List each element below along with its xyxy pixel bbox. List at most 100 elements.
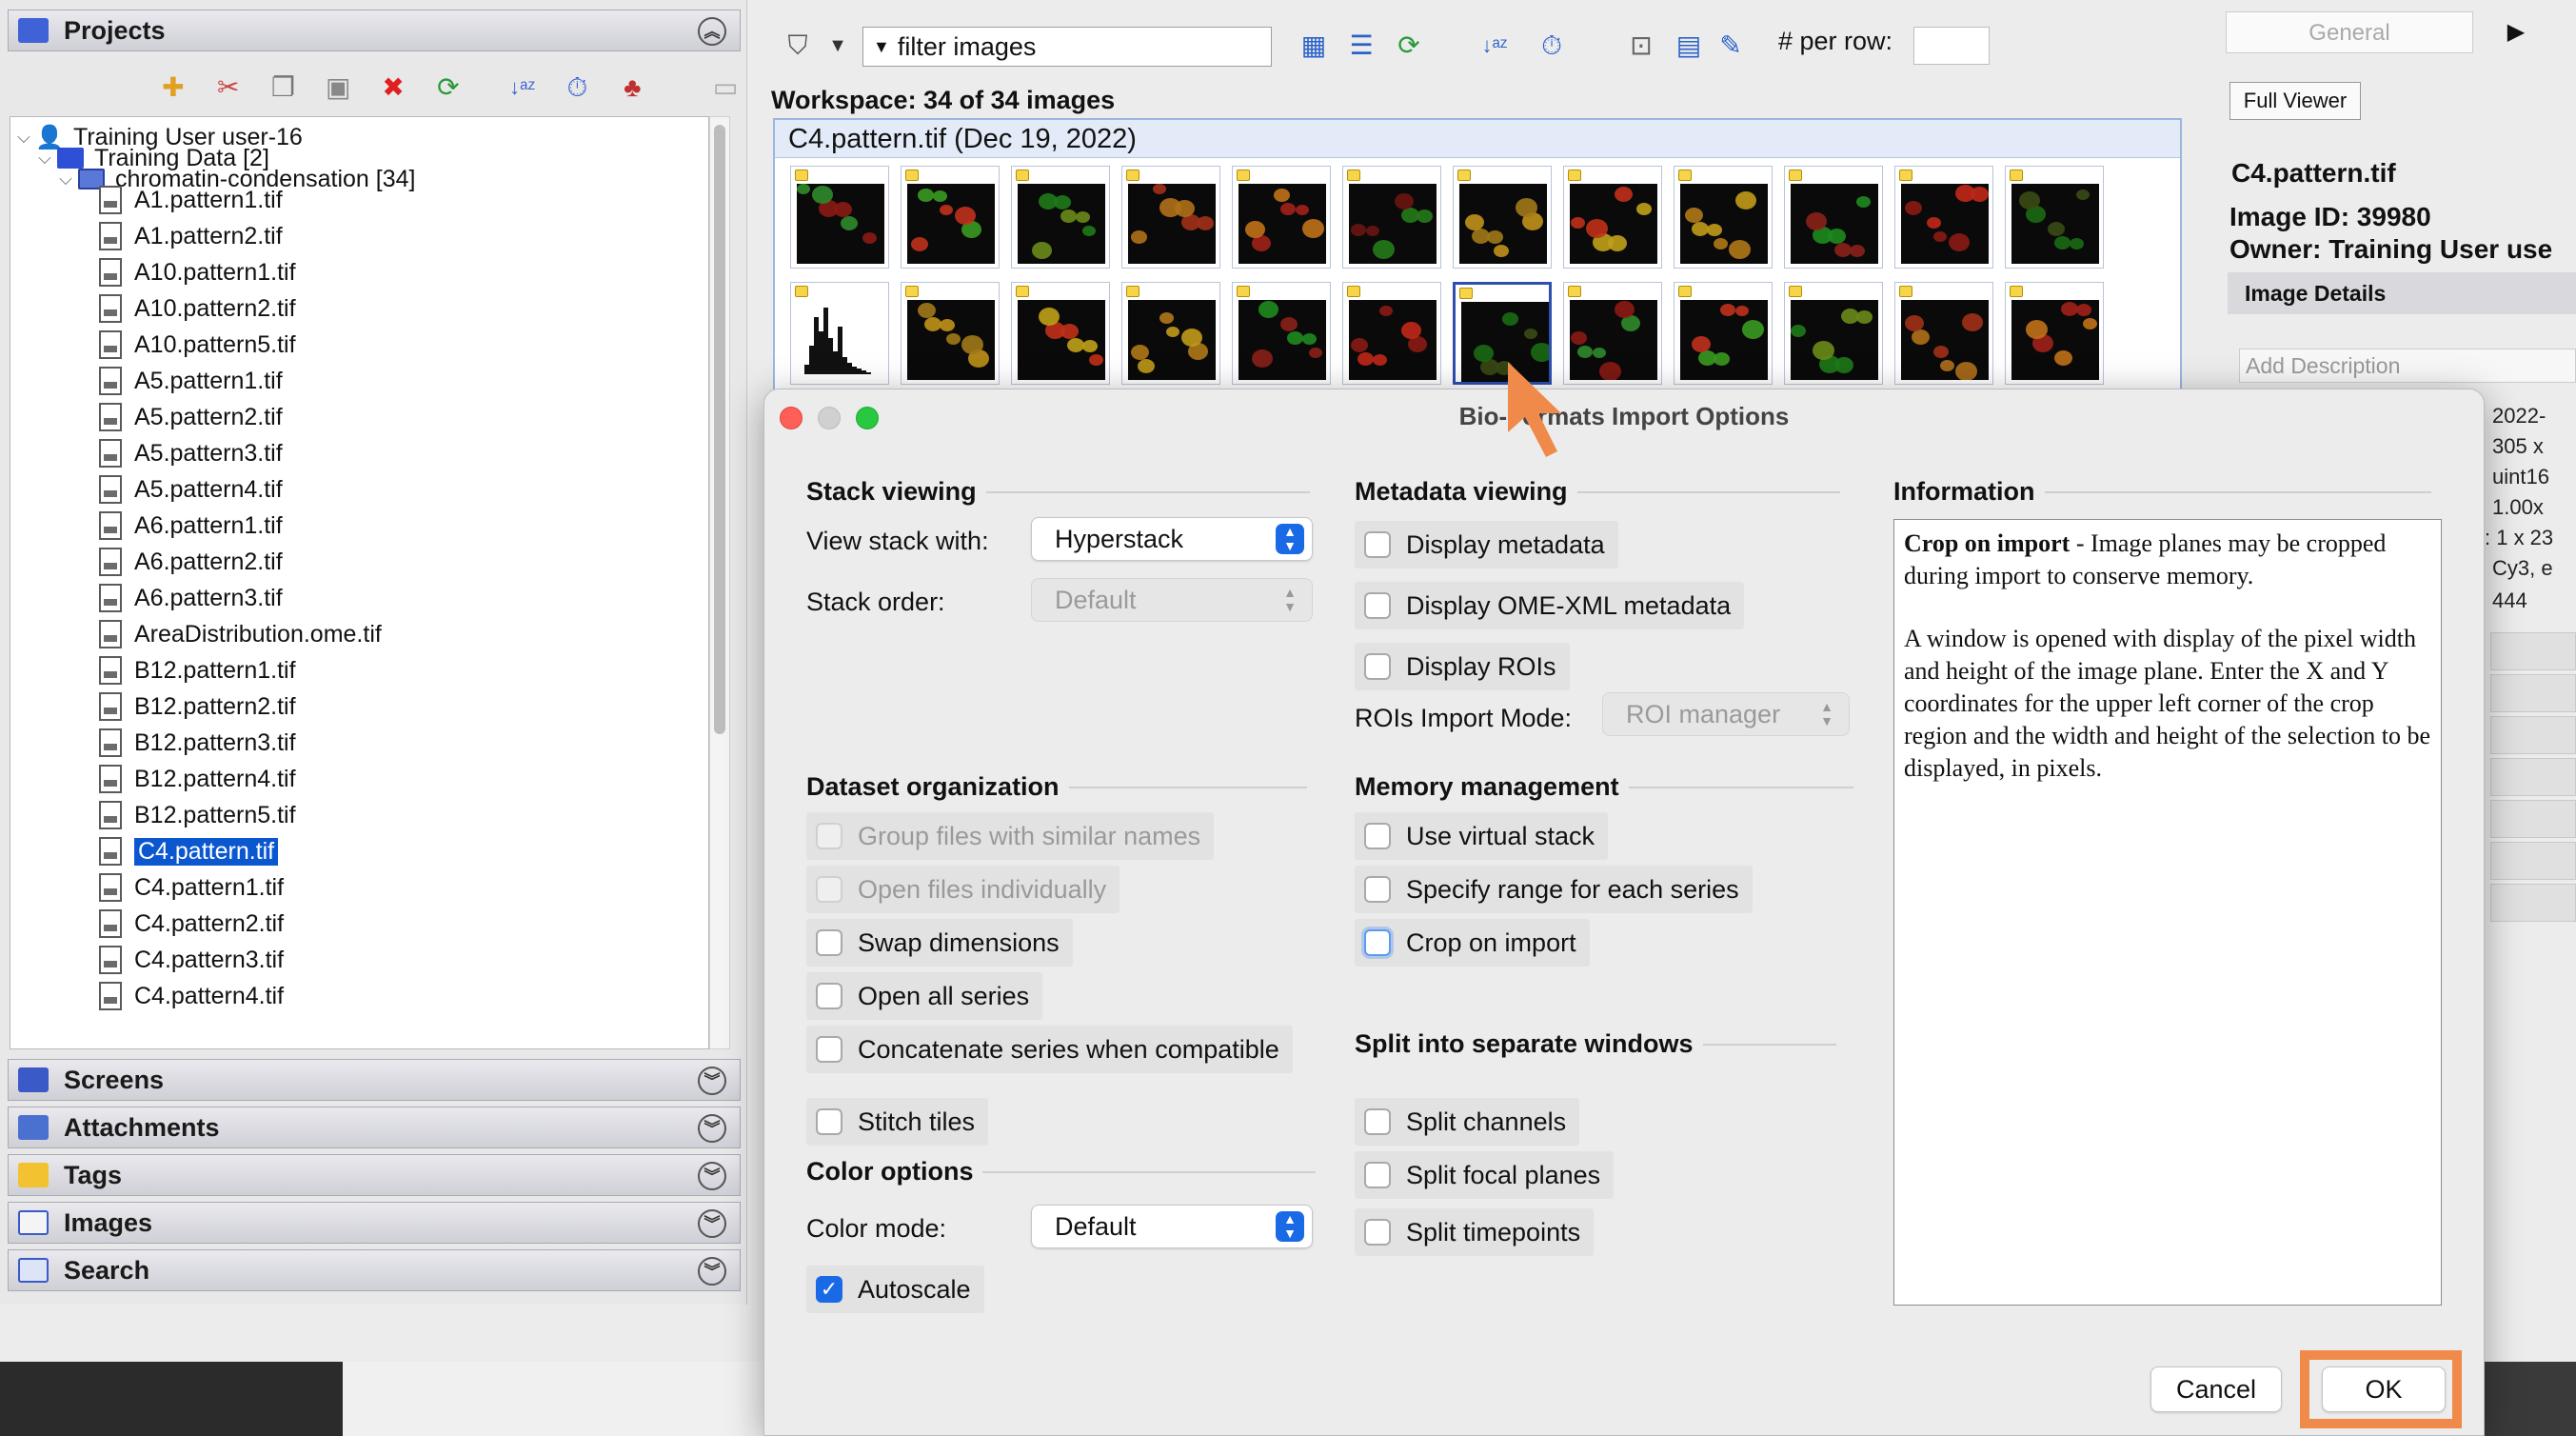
cancel-button[interactable]: Cancel <box>2150 1366 2282 1412</box>
crop-on-import-checkbox[interactable]: Crop on import <box>1355 919 1590 967</box>
meta-section-4[interactable] <box>2490 758 2576 796</box>
tree-file-row[interactable]: A5.pattern2.tif <box>96 399 283 435</box>
tree-file-row[interactable]: AreaDistribution.ome.tif <box>96 616 382 652</box>
concatenate-checkbox[interactable]: Concatenate series when compatible <box>806 1026 1293 1073</box>
play-icon[interactable]: ▶ <box>2492 11 2540 53</box>
sort-az-icon[interactable]: ↓ᵃᶻ <box>1477 29 1512 63</box>
tree-file-row[interactable]: C4.pattern4.tif <box>96 978 284 1014</box>
tree-file-row[interactable]: B12.pattern3.tif <box>96 725 296 761</box>
stack-order-select[interactable]: Default ▲ ▼ <box>1031 578 1313 622</box>
image-thumbnail[interactable] <box>2005 282 2104 385</box>
meta-section-3[interactable] <box>2490 716 2576 754</box>
image-thumbnail[interactable] <box>1121 166 1220 269</box>
image-thumbnail[interactable] <box>901 166 1000 269</box>
tree-file-row[interactable]: A5.pattern1.tif <box>96 363 283 399</box>
chevron-down-icon[interactable]: ▼ <box>821 29 855 63</box>
zoom-window-icon[interactable] <box>856 407 879 429</box>
expand-down-icon[interactable]: ︾ <box>698 1257 726 1286</box>
expand-down-icon[interactable]: ︾ <box>698 1209 726 1238</box>
image-thumbnail[interactable] <box>1674 282 1773 385</box>
meta-section-7[interactable] <box>2490 884 2576 922</box>
meta-section-5[interactable] <box>2490 800 2576 838</box>
full-viewer-button[interactable]: Full Viewer <box>2229 82 2361 120</box>
tree-file-row[interactable]: A5.pattern3.tif <box>96 435 283 471</box>
cut-icon[interactable]: ✂ <box>213 72 244 103</box>
tree-file-row[interactable]: B12.pattern1.tif <box>96 652 296 688</box>
tree-file-row[interactable]: C4.pattern.tif <box>96 833 279 869</box>
tree-file-row[interactable]: A6.pattern3.tif <box>96 580 283 616</box>
swap-dimensions-checkbox[interactable]: Swap dimensions <box>806 919 1073 967</box>
image-thumbnail[interactable] <box>1342 166 1441 269</box>
virtual-stack-checkbox[interactable]: Use virtual stack <box>1355 812 1609 860</box>
image-thumbnail[interactable] <box>790 166 889 269</box>
edit-icon[interactable]: ✎ <box>1714 29 1748 63</box>
image-thumbnail[interactable] <box>1784 166 1883 269</box>
meta-section-1[interactable] <box>2490 632 2576 670</box>
tree-file-row[interactable]: C4.pattern1.tif <box>96 869 284 906</box>
tree-file-row[interactable]: B12.pattern4.tif <box>96 761 296 797</box>
tree-file-row[interactable]: A10.pattern5.tif <box>96 327 296 363</box>
attachments-header[interactable]: Attachments ︾ <box>8 1107 741 1148</box>
filter-dropdown-icon[interactable]: ▼ <box>873 37 890 57</box>
chevron-down-icon[interactable]: ⌵ <box>54 170 77 189</box>
image-thumbnail[interactable] <box>790 282 889 385</box>
tree-file-row[interactable]: B12.pattern5.tif <box>96 797 296 833</box>
display-ome-xml-checkbox[interactable]: Display OME-XML metadata <box>1355 582 1745 629</box>
tree-scrollbar[interactable] <box>709 116 730 1049</box>
image-thumbnail[interactable] <box>1784 282 1883 385</box>
tree-file-row[interactable]: A5.pattern4.tif <box>96 471 283 508</box>
split-focal-checkbox[interactable]: Split focal planes <box>1355 1151 1615 1199</box>
image-thumbnail[interactable] <box>901 282 1000 385</box>
refresh-icon[interactable]: ⟳ <box>433 72 464 103</box>
images-header[interactable]: Images ︾ <box>8 1202 741 1244</box>
image-thumbnail[interactable] <box>1453 166 1552 269</box>
image-details-header[interactable]: Image Details <box>2228 272 2576 314</box>
image-thumbnail[interactable] <box>1342 282 1441 385</box>
description-input[interactable]: Add Description <box>2239 349 2576 383</box>
open-individually-checkbox[interactable]: Open files individually <box>806 866 1120 913</box>
group-files-checkbox[interactable]: Group files with similar names <box>806 812 1215 860</box>
tags-header[interactable]: Tags ︾ <box>8 1154 741 1196</box>
tab-general[interactable]: General <box>2226 11 2473 53</box>
rois-mode-select[interactable]: ROI manager ▲ ▼ <box>1602 692 1850 736</box>
paste-icon[interactable]: ▣ <box>323 72 353 103</box>
expand-down-icon[interactable]: ︾ <box>698 1114 726 1143</box>
shapes-icon[interactable]: ♣ <box>617 72 647 103</box>
view-stack-select[interactable]: Hyperstack ▲ ▼ <box>1031 517 1313 561</box>
copy-icon[interactable]: ❐ <box>268 72 299 103</box>
image-thumbnail[interactable] <box>2005 166 2104 269</box>
tree-file-row[interactable]: A1.pattern2.tif <box>96 218 283 254</box>
specify-range-checkbox[interactable]: Specify range for each series <box>1355 866 1753 913</box>
thumbnail-view-icon[interactable]: ▦ <box>1297 29 1331 63</box>
chevron-down-icon[interactable]: ⌵ <box>12 128 35 148</box>
layout-icon[interactable]: ▤ <box>1672 29 1706 63</box>
image-thumbnail[interactable] <box>1232 166 1331 269</box>
sort-az-icon[interactable]: ↓ᵃᶻ <box>507 72 538 103</box>
stitch-tiles-checkbox[interactable]: Stitch tiles <box>806 1098 989 1146</box>
tree-file-row[interactable]: C4.pattern2.tif <box>96 906 284 942</box>
filter-icon[interactable]: ⛉ <box>781 29 815 63</box>
tree-file-row[interactable]: A10.pattern2.tif <box>96 290 296 327</box>
clock-icon[interactable]: ⏱ <box>1535 29 1569 63</box>
image-thumbnail[interactable] <box>1894 166 1993 269</box>
image-thumbnail[interactable] <box>1011 166 1110 269</box>
expand-down-icon[interactable]: ︾ <box>698 1067 726 1095</box>
filter-input[interactable]: ▼ filter images <box>862 27 1272 67</box>
collapse-up-icon[interactable]: ︽ <box>698 17 726 46</box>
projects-header[interactable]: Projects ︽ <box>8 10 741 51</box>
zoom-fit-icon[interactable]: ⊡ <box>1624 29 1658 63</box>
display-rois-checkbox[interactable]: Display ROIs <box>1355 643 1570 690</box>
per-row-input[interactable] <box>1913 27 1990 65</box>
color-mode-select[interactable]: Default ▲ ▼ <box>1031 1205 1313 1248</box>
screens-header[interactable]: Screens ︾ <box>8 1059 741 1101</box>
image-thumbnail[interactable] <box>1563 166 1662 269</box>
image-thumbnail[interactable] <box>1011 282 1110 385</box>
image-thumbnail[interactable] <box>1894 282 1993 385</box>
split-channels-checkbox[interactable]: Split channels <box>1355 1098 1580 1146</box>
chevron-down-icon[interactable]: ⌵ <box>33 149 56 169</box>
table-view-icon[interactable]: ☰ <box>1344 29 1378 63</box>
tree-file-row[interactable]: A6.pattern2.tif <box>96 544 283 580</box>
clock-icon[interactable]: ⏱ <box>563 72 593 103</box>
expand-down-icon[interactable]: ︾ <box>698 1162 726 1190</box>
search-header[interactable]: Search ︾ <box>8 1249 741 1291</box>
